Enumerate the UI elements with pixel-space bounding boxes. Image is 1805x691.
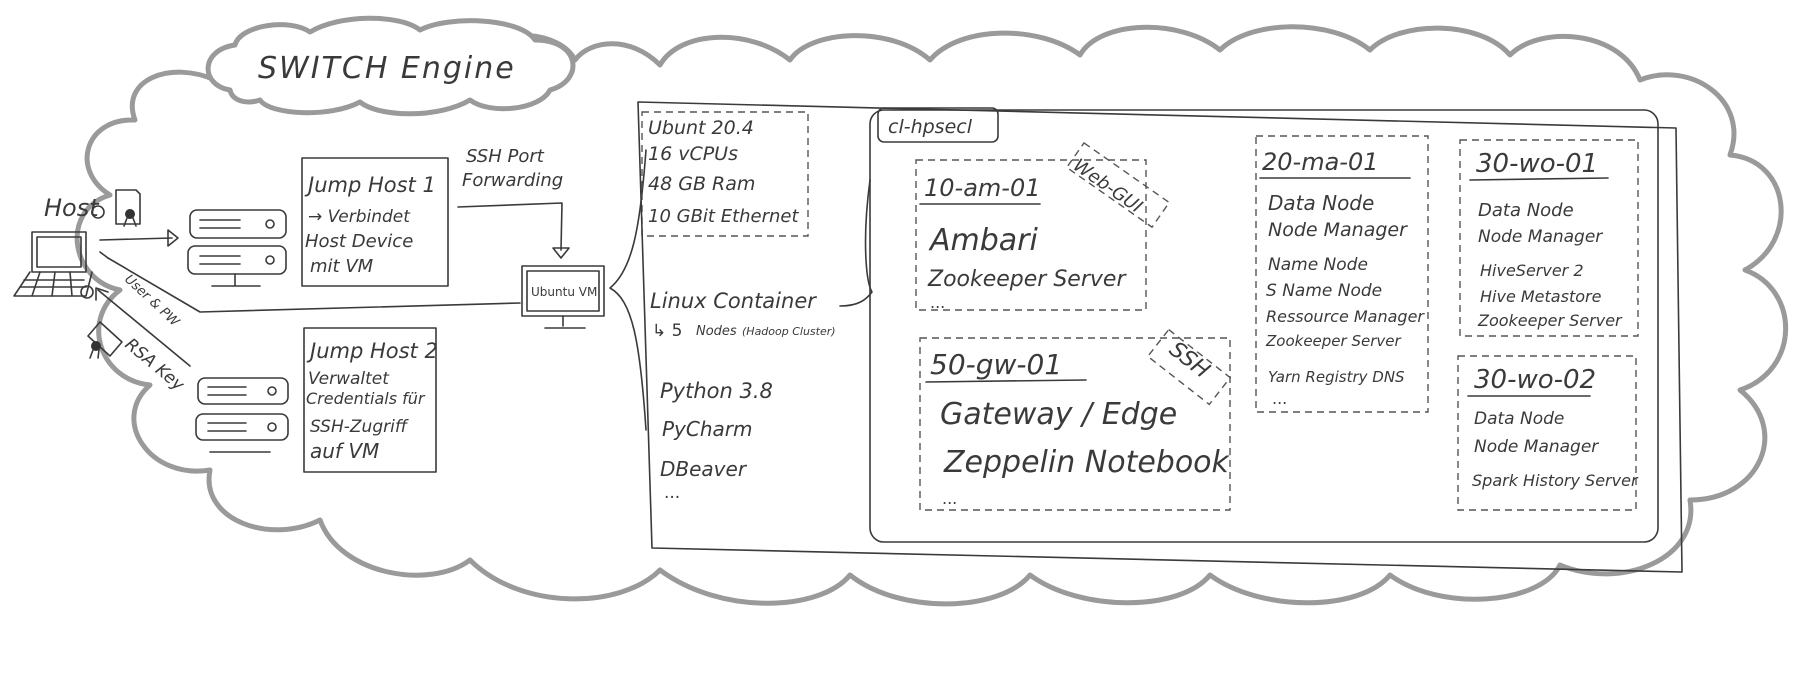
node-ma-title: 20-ma-01 [1262, 148, 1378, 176]
server-icon-2 [195, 377, 289, 453]
linux-container-arrow: ↳ 5 [652, 321, 682, 341]
node-am-service: Zookeeper Server [927, 267, 1127, 292]
node-wo2-service: Node Manager [1474, 437, 1599, 457]
node-wo1-service: Zookeeper Server [1477, 311, 1623, 330]
node-wo2-service: Spark History Server [1472, 471, 1639, 490]
node-ma-service: ... [1272, 389, 1287, 408]
node-ma-service: Ressource Manager [1266, 307, 1425, 326]
vm-spec: 10 GBit Ethernet [648, 206, 799, 227]
node-wo1-service: Hive Metastore [1480, 287, 1602, 306]
node-am-title: 10-am-01 [924, 174, 1040, 202]
server-icon-1 [187, 209, 287, 287]
jump-host-2-line: Credentials für [306, 389, 426, 408]
ssh-tag: SSH [1164, 337, 1214, 384]
cloud-title: SWITCH Engine [258, 51, 516, 86]
web-gui-tag: Web-GUI [1069, 155, 1146, 218]
jump-host-1-line: Host Device [305, 231, 413, 252]
cluster-name: cl-hpsecl [888, 116, 973, 138]
node-ma-service: Name Node [1268, 255, 1368, 275]
node-gw-title: 50-gw-01 [930, 348, 1062, 381]
certificate-icon [115, 189, 141, 227]
ssh-forwarding-label: SSH Port [466, 146, 545, 167]
linux-container-title: Linux Container [650, 289, 817, 313]
switch-engine-diagram: SWITCH Engine Host Jump Host 1 → Verbind… [13, 15, 1789, 607]
jump-host-2-line: Verwaltet [308, 369, 390, 389]
forwarding-arrow [457, 202, 570, 259]
node-gw-service: Zeppelin Notebook [943, 445, 1231, 480]
node-ma-service: Yarn Registry DNS [1268, 368, 1405, 386]
vm-spec: 16 vCPUs [648, 143, 738, 165]
rsa-key-label: RSA Key [121, 335, 189, 396]
tool-item: Python 3.8 [660, 379, 773, 403]
ssh-forwarding-label: Forwarding [462, 170, 563, 191]
jump-host-1-title: Jump Host 1 [304, 173, 436, 197]
tool-item: PyCharm [662, 417, 753, 441]
linux-container-note: (Hadoop Cluster) [742, 325, 836, 338]
node-am-service: ... [930, 293, 945, 312]
node-ma-service: Node Manager [1268, 219, 1408, 241]
node-wo1-title: 30-wo-01 [1476, 149, 1598, 179]
tool-item: DBeaver [660, 457, 748, 481]
vm-spec: Ubunt 20.4 [648, 117, 754, 139]
node-am-service: Ambari [928, 223, 1039, 258]
host-label: Host [44, 194, 100, 222]
laptop-icon [13, 231, 93, 297]
node-gw-service: ... [942, 489, 957, 508]
cluster-brace [839, 179, 873, 307]
vm-spec: 48 GB Ram [648, 173, 755, 195]
jump-host-1-line: → Verbindet [308, 207, 411, 227]
node-ma-service: S Name Node [1266, 281, 1382, 301]
node-ma-service: Zookeeper Server [1265, 332, 1401, 350]
jump-host-2-line: SSH-Zugriff [310, 417, 409, 437]
node-wo1-service: Node Manager [1478, 227, 1603, 247]
node-wo1-service: HiveServer 2 [1480, 261, 1584, 280]
linux-container-nodes: Nodes [696, 324, 737, 339]
jump-host-2-title: Jump Host 2 [306, 339, 438, 363]
node-wo2-title: 30-wo-02 [1474, 365, 1596, 395]
user-pw-label: User & PW [121, 272, 182, 331]
node-wo1-service: Data Node [1478, 200, 1574, 221]
jump-host-1-line: mit VM [310, 256, 374, 277]
node-wo2-service: Data Node [1474, 409, 1564, 429]
node-ma-service: Data Node [1268, 191, 1374, 215]
node-gw-service: Gateway / Edge [940, 397, 1177, 432]
ubuntu-vm-label: Ubuntu VM [531, 285, 597, 299]
host-to-jump1-arrow [99, 229, 179, 247]
jump-host-2-line: auf VM [310, 439, 379, 463]
tool-item: ... [664, 483, 680, 503]
